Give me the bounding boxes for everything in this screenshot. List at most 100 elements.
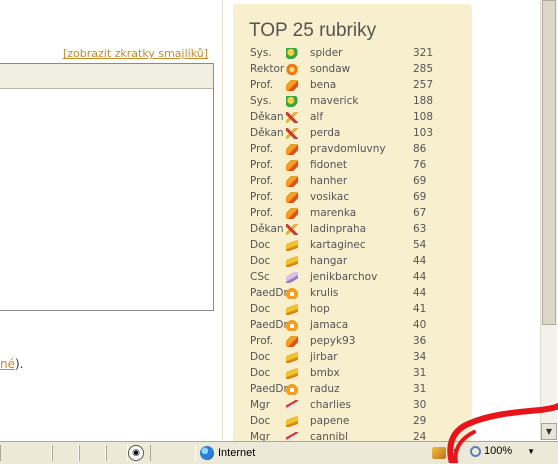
leaderboard-row: Prof. marenka 67 — [249, 206, 459, 222]
user-name[interactable]: maverick — [310, 95, 358, 107]
user-name[interactable]: kartaginec — [310, 239, 366, 251]
points: 321 — [413, 47, 434, 59]
user-name[interactable]: pravdomluvny — [310, 143, 386, 155]
user-name[interactable]: charlies — [310, 399, 351, 411]
doc-badge-icon — [286, 368, 298, 379]
points: 188 — [413, 95, 434, 107]
top25-list: Sys. spider 321 Rektor sondaw 285 Prof. bena 257… — [249, 46, 459, 446]
scroll-down-arrow-icon[interactable]: ▼ — [541, 423, 557, 440]
user-name[interactable]: papene — [310, 415, 349, 427]
paeddr-badge-icon — [286, 384, 298, 395]
points: 257 — [413, 79, 434, 91]
zoom-icon — [470, 445, 481, 457]
rank-label: Doc — [250, 367, 271, 379]
panel-title: TOP 25 rubriky — [249, 20, 377, 41]
paeddr-badge-icon — [286, 288, 298, 299]
smileys-link-wrap: [zobrazit zkratky smajlíků] — [0, 47, 210, 61]
user-name[interactable]: spider — [310, 47, 343, 59]
addon-icon[interactable] — [432, 447, 446, 459]
prof-badge-icon — [286, 208, 298, 219]
rank-label: Děkan — [250, 127, 284, 139]
rank-label: PaedDr — [250, 287, 288, 299]
user-name[interactable]: vosikac — [310, 191, 349, 203]
points: 44 — [413, 255, 427, 267]
points: 63 — [413, 223, 427, 235]
user-name[interactable]: marenka — [310, 207, 356, 219]
leaderboard-row: Děkan ladinpraha 63 — [249, 222, 459, 238]
rank-label: Sys. — [250, 47, 272, 59]
note-tail-text: ). — [15, 357, 24, 371]
scrollbar-thumb[interactable] — [542, 0, 556, 325]
zoom-dropdown-icon[interactable]: ▼ — [527, 447, 535, 456]
leaderboard-row: Prof. bena 257 — [249, 78, 459, 94]
points: 86 — [413, 143, 427, 155]
leaderboard-row: Prof. pravdomluvny 86 — [249, 142, 459, 158]
rank-label: Doc — [250, 239, 271, 251]
user-name[interactable]: hangar — [310, 255, 347, 267]
status-cell — [52, 445, 79, 461]
note-tail: né). — [0, 357, 24, 371]
zoom-control[interactable]: 100% ▼ — [470, 445, 535, 457]
user-name[interactable]: jirbar — [310, 351, 338, 363]
points: 67 — [413, 207, 427, 219]
leaderboard-row: Doc papene 29 — [249, 414, 459, 430]
doc-badge-icon — [286, 416, 298, 427]
user-name[interactable]: pepyk93 — [310, 335, 355, 347]
user-name[interactable]: jenikbarchov — [310, 271, 377, 283]
rank-label: Doc — [250, 255, 271, 267]
points: 103 — [413, 127, 434, 139]
privacy-eye-icon[interactable]: ◉ — [128, 445, 144, 461]
rank-label: Prof. — [250, 143, 273, 155]
textarea-toolbar — [0, 64, 213, 89]
rank-label: Mgr — [250, 399, 271, 411]
user-name[interactable]: perda — [310, 127, 340, 139]
user-name[interactable]: sondaw — [310, 63, 350, 75]
mgr-badge-icon — [286, 400, 298, 411]
addon-dropdown-icon[interactable]: ▼ — [452, 447, 460, 456]
prof-badge-icon — [286, 160, 298, 171]
user-name[interactable]: hop — [310, 303, 330, 315]
user-name[interactable]: ladinpraha — [310, 223, 366, 235]
doc-badge-icon — [286, 240, 298, 251]
points: 31 — [413, 383, 427, 395]
prof-badge-icon — [286, 192, 298, 203]
points: 54 — [413, 239, 427, 251]
leaderboard-row: Doc bmbx 31 — [249, 366, 459, 382]
vertical-scrollbar[interactable]: ▼ — [540, 0, 557, 440]
user-name[interactable]: jamaca — [310, 319, 348, 331]
user-name[interactable]: bena — [310, 79, 336, 91]
security-zone[interactable]: Internet — [200, 445, 255, 461]
status-cell — [150, 445, 196, 461]
doc-badge-icon — [286, 352, 298, 363]
leaderboard-row: PaedDr raduz 31 — [249, 382, 459, 398]
user-name[interactable]: fidonet — [310, 159, 347, 171]
zoom-level: 100% — [484, 445, 513, 457]
show-smileys-link[interactable]: [zobrazit zkratky smajlíků] — [63, 47, 208, 60]
rank-label: Prof. — [250, 207, 273, 219]
rank-label: Děkan — [250, 111, 284, 123]
sys-badge-icon — [286, 48, 298, 59]
rank-label: PaedDr — [250, 319, 288, 331]
points: 69 — [413, 175, 427, 187]
user-name[interactable]: krulis — [310, 287, 338, 299]
leaderboard-row: Doc hop 41 — [249, 302, 459, 318]
leaderboard-row: Prof. pepyk93 36 — [249, 334, 459, 350]
rank-label: Prof. — [250, 191, 273, 203]
user-name[interactable]: alf — [310, 111, 323, 123]
user-name[interactable]: hanher — [310, 175, 347, 187]
rank-label: Prof. — [250, 79, 273, 91]
points: 36 — [413, 335, 427, 347]
zone-label: Internet — [218, 447, 256, 459]
rank-label: PaedDr — [250, 383, 288, 395]
points: 41 — [413, 303, 427, 315]
status-cell — [106, 445, 128, 461]
user-name[interactable]: bmbx — [310, 367, 340, 379]
points: 40 — [413, 319, 427, 331]
post-textarea[interactable] — [0, 63, 214, 311]
doc-badge-icon — [286, 256, 298, 267]
rank-label: Sys. — [250, 95, 272, 107]
user-name[interactable]: raduz — [310, 383, 340, 395]
doc-badge-icon — [286, 304, 298, 315]
note-tail-link[interactable]: né — [0, 357, 15, 371]
rank-label: Doc — [250, 303, 271, 315]
